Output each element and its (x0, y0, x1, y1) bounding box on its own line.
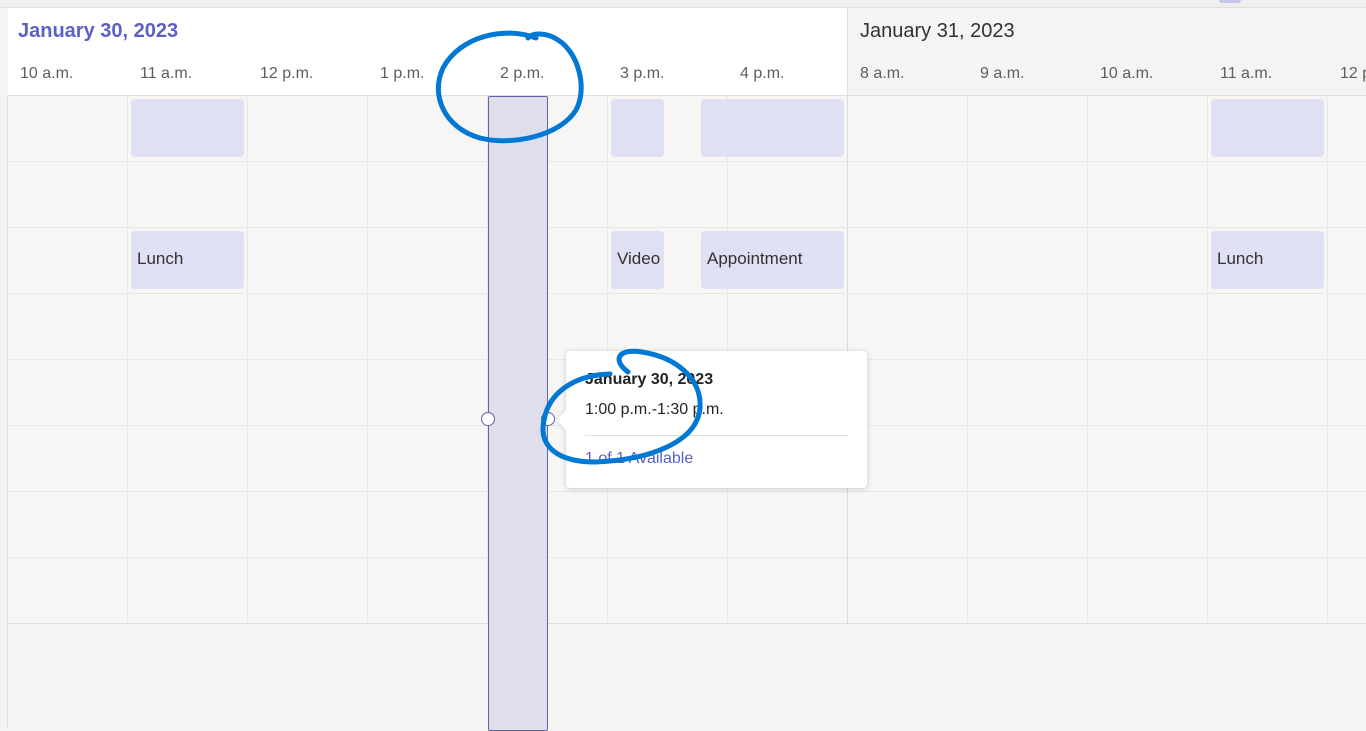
hour-label: 8 a.m. (860, 65, 905, 82)
hour-label: 10 a.m. (20, 65, 74, 82)
hour-label: 11 a.m. (140, 65, 193, 82)
day-title-jan-30[interactable]: January 30, 2023 (18, 20, 178, 43)
availability-link[interactable]: 1 of 1 Available (585, 450, 693, 468)
grid-column-line (1207, 96, 1208, 624)
time-selection[interactable] (488, 96, 548, 731)
hour-label: 2 p.m. (500, 65, 545, 82)
hour-label: 12 p.m. (260, 65, 314, 82)
hour-label: 12 p.m. (1340, 65, 1366, 82)
hour-label: 11 a.m. (1220, 65, 1273, 82)
day-title-jan-31[interactable]: January 31, 2023 (860, 20, 1015, 43)
availability-popup: January 30, 2023 1:00 p.m.-1:30 p.m. 1 o… (556, 351, 867, 488)
top-strip (0, 0, 1366, 8)
event-label: Lunch (137, 249, 184, 268)
event-block[interactable] (131, 99, 244, 157)
scheduler-header: January 30, 2023 10 a.m. 11 a.m. 12 p.m.… (8, 8, 1366, 96)
hour-label: 1 p.m. (380, 65, 425, 82)
grid-column-line (1327, 96, 1328, 624)
event-video[interactable]: Video (611, 231, 664, 289)
day-header-jan-31: January 31, 2023 8 a.m. 9 a.m. 10 a.m. 1… (847, 8, 1366, 95)
hour-label: 9 a.m. (980, 65, 1025, 82)
toolbar-chip (1219, 0, 1241, 3)
grid-row-line (8, 227, 1366, 228)
event-label: Video (617, 249, 661, 268)
grid-column-line (247, 96, 248, 624)
grid-column-line (1087, 96, 1088, 624)
hour-label: 4 p.m. (740, 65, 785, 82)
event-label: Appointment (707, 249, 803, 268)
popup-divider (585, 435, 848, 436)
hour-label: 10 a.m. (1100, 65, 1154, 82)
event-block[interactable] (701, 99, 844, 157)
popup-time-range: 1:00 p.m.-1:30 p.m. (585, 401, 724, 418)
grid-row-line (8, 491, 1366, 492)
grid-bottom-border (8, 623, 1366, 624)
selection-resize-handle-left[interactable] (481, 412, 495, 426)
event-appointment[interactable]: Appointment (701, 231, 844, 289)
grid-column-line (367, 96, 368, 624)
hour-label: 3 p.m. (620, 65, 665, 82)
event-label: Lunch (1217, 249, 1264, 268)
event-block[interactable] (611, 99, 664, 157)
event-block[interactable] (1211, 99, 1324, 157)
popup-date: January 30, 2023 (585, 371, 714, 388)
event-lunch[interactable]: Lunch (131, 231, 244, 289)
grid-column-line (127, 96, 128, 624)
grid-row-line (8, 557, 1366, 558)
grid-row-line (8, 161, 1366, 162)
selection-resize-handle-right[interactable] (541, 412, 555, 426)
grid-column-line (967, 96, 968, 624)
event-lunch[interactable]: Lunch (1211, 231, 1324, 289)
grid-row-line (8, 293, 1366, 294)
